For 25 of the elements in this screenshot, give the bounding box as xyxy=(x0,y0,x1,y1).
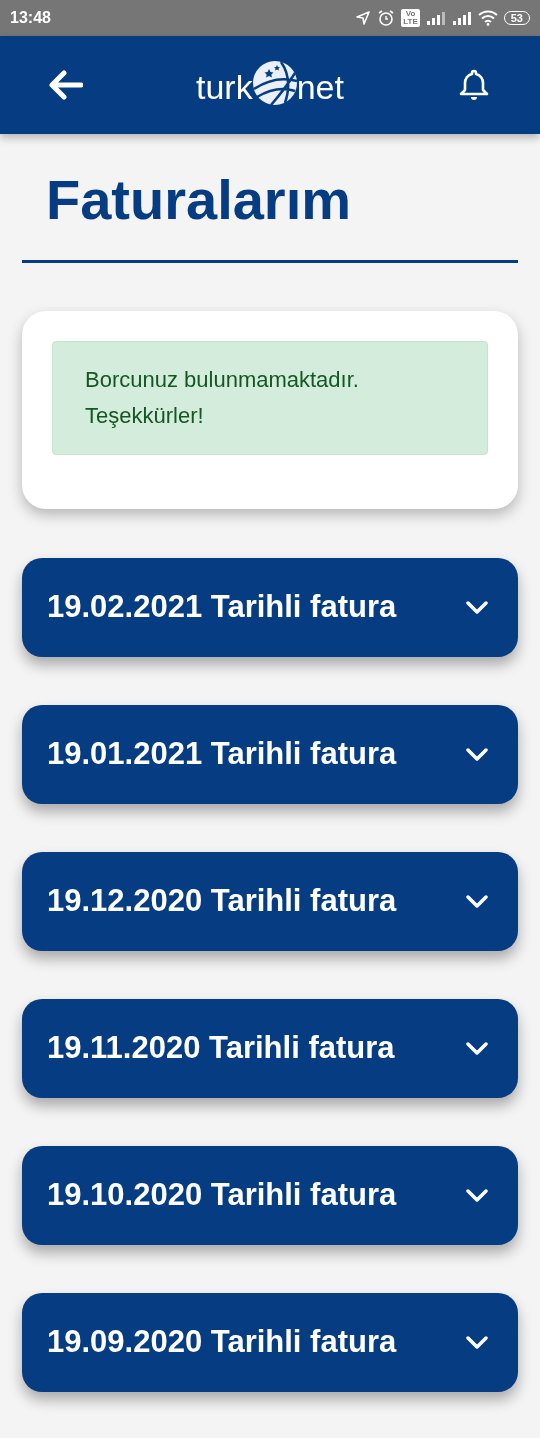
chevron-icon xyxy=(466,1335,488,1350)
invoice-accordion[interactable]: 19.10.2020 Tarihli fatura xyxy=(22,1146,518,1245)
signal-icon xyxy=(451,11,472,25)
back-button[interactable] xyxy=(48,67,84,103)
alert-message: Borcunuz bulunmamaktadır. Teşekkürler! xyxy=(85,366,360,430)
back-arrow-icon xyxy=(49,70,83,100)
chevron-icon xyxy=(466,600,488,615)
alarm-icon xyxy=(377,9,396,27)
volte-icon: Vo LTE xyxy=(401,9,420,27)
page-title: Faturalarım xyxy=(45,168,352,232)
chevron-icon xyxy=(466,1041,488,1056)
status-time: 13:48 xyxy=(10,8,51,28)
chevron-icon xyxy=(466,747,488,762)
logo: turk net xyxy=(196,55,344,115)
signal-icon xyxy=(425,11,446,25)
wifi-icon xyxy=(477,10,498,26)
chevron-icon xyxy=(466,1188,488,1203)
invoice-accordion[interactable]: 19.01.2021 Tarihli fatura xyxy=(22,705,518,804)
invoice-accordion[interactable]: 19.12.2020 Tarihli fatura xyxy=(22,852,518,951)
location-icon xyxy=(355,10,372,26)
bell-icon xyxy=(458,68,490,102)
invoice-accordion[interactable]: 19.09.2020 Tarihli fatura xyxy=(22,1293,518,1392)
invoice-accordion[interactable]: 19.02.2021 Tarihli fatura xyxy=(22,558,518,657)
chevron-icon xyxy=(466,894,488,909)
invoice-accordion[interactable]: 19.11.2020 Tarihli fatura xyxy=(22,999,518,1098)
